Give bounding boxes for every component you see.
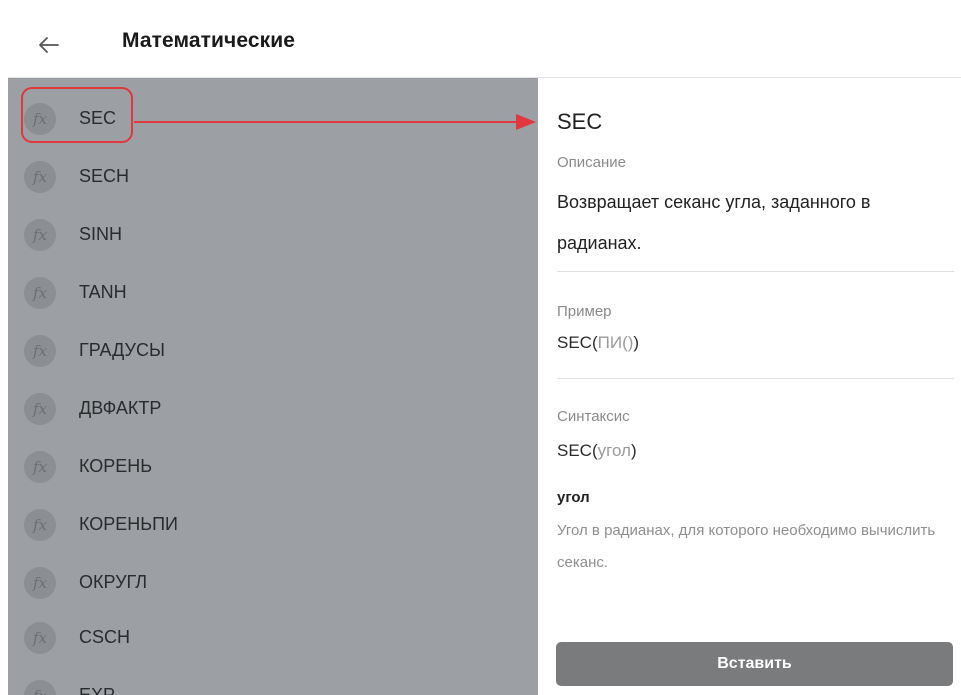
function-icon: fx xyxy=(24,335,56,367)
app-header: Математические xyxy=(8,14,961,78)
example-close: ) xyxy=(633,333,640,352)
syntax-label: Синтаксис xyxy=(557,408,630,425)
function-icon: fx xyxy=(24,451,56,483)
arrow-left-icon[interactable] xyxy=(36,32,62,58)
divider xyxy=(557,271,954,272)
function-title: SEC xyxy=(557,109,603,134)
insert-button[interactable]: Вставить xyxy=(556,642,953,686)
divider xyxy=(557,378,954,379)
top-strip xyxy=(0,0,961,14)
example-label: Пример xyxy=(557,303,612,320)
function-icon: fx xyxy=(24,509,56,541)
function-label: CSCH xyxy=(79,627,131,647)
function-item-exp[interactable]: fx EXP xyxy=(8,669,538,695)
function-label: SINH xyxy=(79,224,123,244)
function-item-round[interactable]: fx ОКРУГЛ xyxy=(8,556,538,614)
parameter-description: Угол в радианах, для которого необходимо… xyxy=(557,522,936,571)
function-item-sech[interactable]: fx SECH xyxy=(8,150,538,208)
function-label: КОРЕНЬПИ xyxy=(79,514,178,534)
function-label: ОКРУГЛ xyxy=(79,572,148,592)
function-list: fx SEC fx SECH fx SINH fx TANH fx ГРАДУС… xyxy=(8,78,538,695)
function-icon: fx xyxy=(24,680,56,695)
example-function: SEC( xyxy=(557,333,598,352)
function-item-degrees[interactable]: fx ГРАДУСЫ xyxy=(8,324,538,382)
function-icon: fx xyxy=(24,161,56,193)
function-item-csch[interactable]: fx CSCH xyxy=(8,611,538,669)
function-item-sqrtpi[interactable]: fx КОРЕНЬПИ xyxy=(8,498,538,556)
page-title: Математические xyxy=(122,29,296,52)
function-icon: fx xyxy=(24,622,56,654)
function-label: TANH xyxy=(79,282,127,302)
function-label: ГРАДУСЫ xyxy=(79,340,165,360)
syntax-function: SEC( xyxy=(557,441,598,460)
parameter-name: угол xyxy=(557,489,590,506)
highlight-frame xyxy=(21,87,133,143)
function-label: EXP xyxy=(79,685,116,695)
function-label: SECH xyxy=(79,166,130,186)
example-text: SEC(ПИ()) xyxy=(557,333,639,353)
function-icon: fx xyxy=(24,277,56,309)
syntax-argument: угол xyxy=(597,441,631,460)
function-item-sinh[interactable]: fx SINH xyxy=(8,208,538,266)
function-item-factdouble[interactable]: fx ДВФАКТР xyxy=(8,382,538,440)
function-icon: fx xyxy=(24,567,56,599)
function-icon: fx xyxy=(24,393,56,425)
function-item-sqrt[interactable]: fx КОРЕНЬ xyxy=(8,440,538,498)
syntax-close: ) xyxy=(630,441,637,460)
example-argument: ПИ() xyxy=(597,333,634,352)
function-label: ДВФАКТР xyxy=(79,398,162,418)
description-text: Возвращает секанс угла, заданного в ради… xyxy=(557,192,871,253)
function-icon: fx xyxy=(24,219,56,251)
function-detail-panel: SEC Описание Возвращает секанс угла, зад… xyxy=(538,78,961,695)
description-label: Описание xyxy=(557,154,627,171)
syntax-text: SEC(угол) xyxy=(557,441,637,461)
function-label: КОРЕНЬ xyxy=(79,456,153,476)
function-item-tanh[interactable]: fx TANH xyxy=(8,266,538,324)
arrow-right-icon xyxy=(134,114,536,130)
